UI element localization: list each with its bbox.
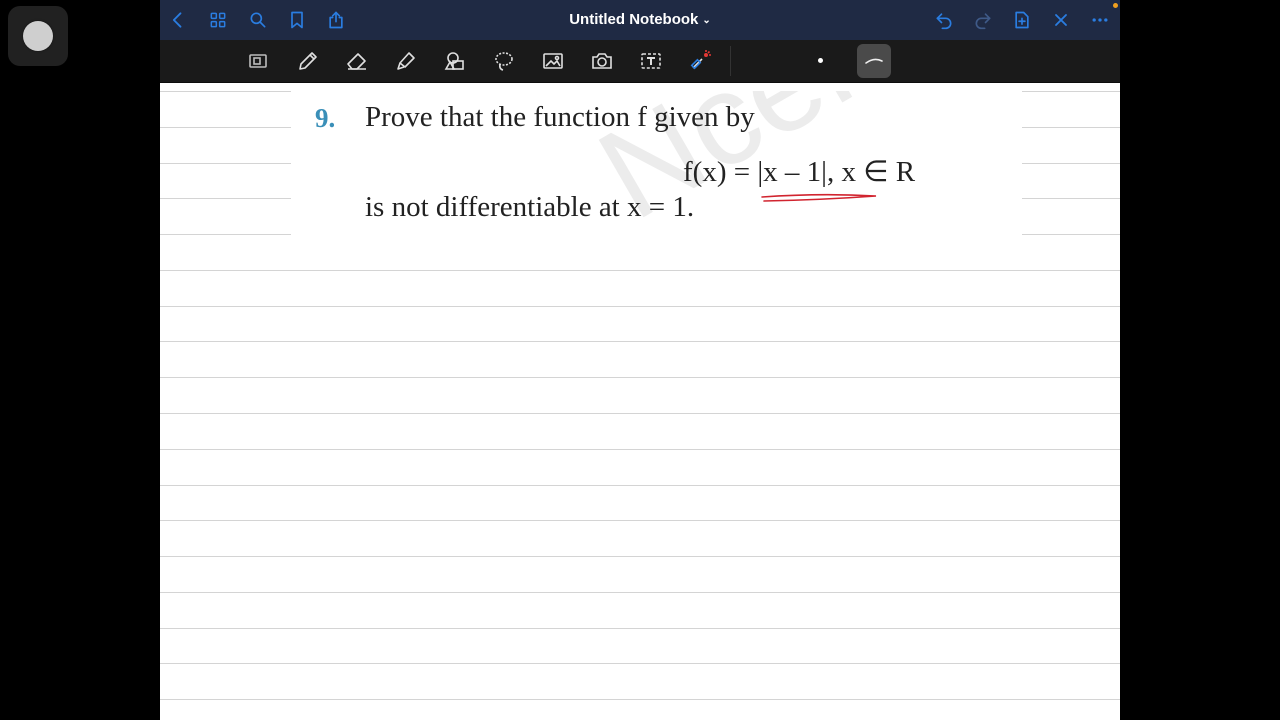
ruled-line: [160, 341, 1120, 342]
lasso-icon[interactable]: [491, 48, 517, 74]
pen-icon[interactable]: [295, 48, 321, 74]
close-icon[interactable]: [1049, 8, 1073, 32]
camera-icon[interactable]: [589, 48, 615, 74]
ruled-line: [160, 663, 1120, 664]
question-equation: f(x) = |x – 1|, x ∈ R: [683, 156, 916, 188]
redo-icon[interactable]: [971, 8, 995, 32]
ruled-line: [160, 306, 1120, 307]
laser-pointer-icon[interactable]: [687, 48, 713, 74]
add-page-icon[interactable]: [1010, 8, 1034, 32]
tool-bar: [160, 40, 1120, 83]
shapes-icon[interactable]: [442, 48, 468, 74]
image-icon[interactable]: [540, 48, 566, 74]
ruled-line: [160, 485, 1120, 486]
notebook-app: Untitled Notebook ⌄ Ncert 9. Prove that …: [160, 0, 1120, 720]
ruled-line: [160, 520, 1120, 521]
ruled-line: [160, 556, 1120, 557]
red-underline-annotation[interactable]: [760, 191, 880, 205]
ruled-line: [160, 699, 1120, 700]
stroke-style-button[interactable]: [857, 44, 891, 78]
reader-icon[interactable]: [245, 48, 271, 74]
ruled-line: [160, 449, 1120, 450]
stroke-curve-icon: [865, 58, 883, 64]
ruled-line: [160, 592, 1120, 593]
undo-icon[interactable]: [932, 8, 956, 32]
pen-size-dot[interactable]: [818, 58, 823, 63]
assistive-touch-dot: [23, 21, 53, 51]
pasted-question-image[interactable]: Ncert 9. Prove that the function f given…: [291, 91, 1022, 239]
highlighter-icon[interactable]: [393, 48, 419, 74]
notebook-title-text: Untitled Notebook: [569, 11, 699, 28]
top-bar: Untitled Notebook ⌄: [160, 0, 1120, 40]
assistive-touch-button[interactable]: [8, 6, 68, 66]
notebook-page[interactable]: Ncert 9. Prove that the function f given…: [160, 83, 1120, 720]
ruled-line: [160, 628, 1120, 629]
text-icon[interactable]: [638, 48, 664, 74]
chevron-down-icon: ⌄: [702, 14, 711, 26]
mic-indicator-dot: [1113, 3, 1118, 8]
ruled-line: [160, 270, 1120, 271]
question-text-line-1: Prove that the function f given by: [365, 101, 755, 133]
question-number: 9.: [315, 103, 336, 133]
ruled-line: [160, 377, 1120, 378]
eraser-icon[interactable]: [344, 48, 370, 74]
more-icon[interactable]: [1088, 8, 1112, 32]
ruled-line: [160, 413, 1120, 414]
question-text-line-3: is not differentiable at x = 1.: [365, 191, 695, 223]
toolbar-divider: [730, 46, 731, 76]
